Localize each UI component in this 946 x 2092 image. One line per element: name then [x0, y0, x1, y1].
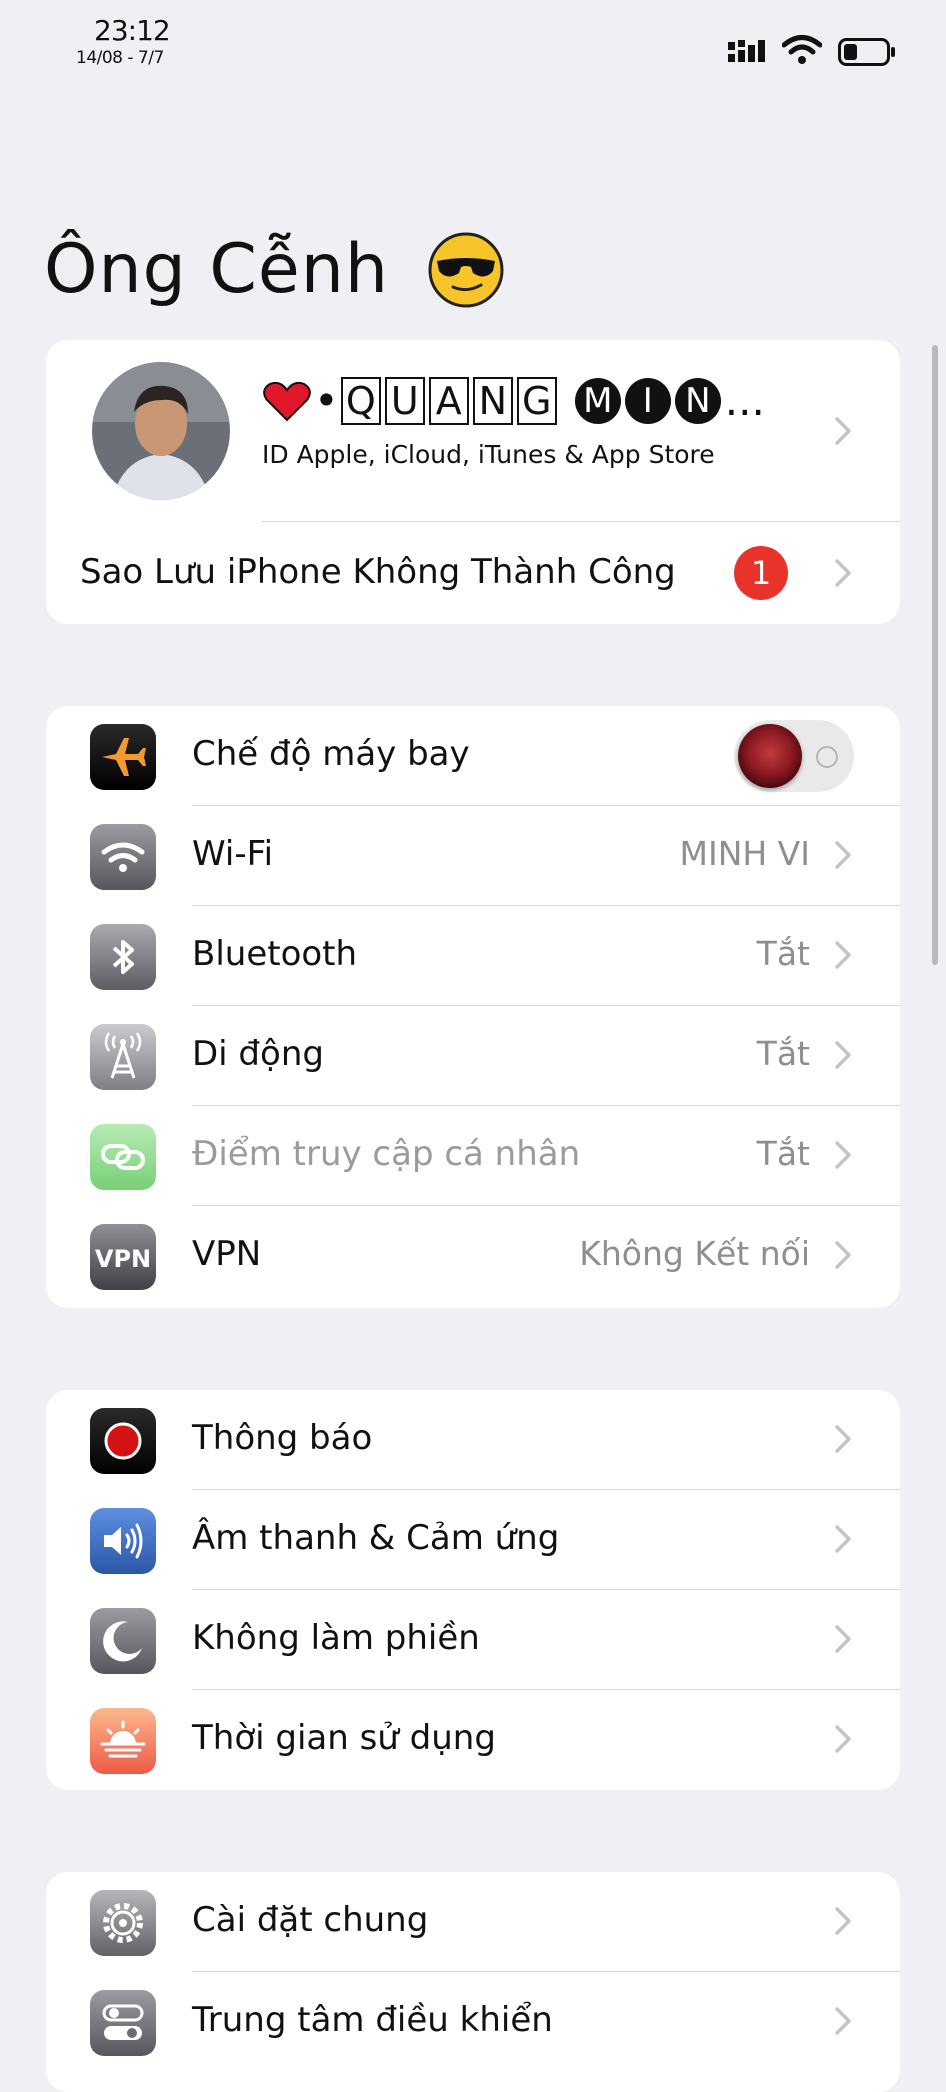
- page-title-text: Ông Cễnh: [44, 230, 389, 309]
- chevron-right-icon: [835, 417, 851, 445]
- chevron-right-icon: [835, 1141, 851, 1169]
- airplane-mode-label: Chế độ máy bay: [192, 734, 470, 774]
- chevron-right-icon: [835, 1725, 851, 1753]
- page-title: Ông Cễnh: [44, 230, 505, 309]
- personal-hotspot-row[interactable]: Điểm truy cập cá nhân Tắt: [46, 1106, 900, 1206]
- notifications-icon: [90, 1408, 156, 1474]
- bluetooth-label: Bluetooth: [192, 934, 358, 974]
- personal-hotspot-label: Điểm truy cập cá nhân: [192, 1134, 581, 1174]
- profile-name-prefix: •: [314, 376, 339, 425]
- name-letter: Q: [340, 376, 381, 425]
- chevron-right-icon: [835, 1425, 851, 1453]
- gear-icon: [90, 1890, 156, 1956]
- name-letter: M: [574, 377, 621, 424]
- control-center-label: Trung tâm điều khiển: [192, 2000, 553, 2040]
- name-letter: N: [674, 377, 721, 424]
- wifi-value: MINH VI: [679, 834, 810, 873]
- name-letter: G: [516, 376, 557, 425]
- cellular-label: Di động: [192, 1034, 324, 1074]
- heart-icon: [263, 381, 311, 421]
- status-date: 14/08 - 7/7: [76, 48, 164, 68]
- notification-badge: 1: [734, 546, 788, 600]
- network-settings-group: Chế độ máy bay Wi-Fi MINH VI Bluetooth T…: [46, 706, 900, 1308]
- chevron-right-icon: [835, 1241, 851, 1269]
- battery-icon: [838, 38, 895, 66]
- personal-hotspot-value: Tắt: [756, 1134, 810, 1173]
- profile-card: • Q U A N G M I N ... ID Apple, iCloud, …: [46, 340, 900, 624]
- bluetooth-icon: [90, 924, 156, 990]
- general-label: Cài đặt chung: [192, 1900, 429, 1940]
- do-not-disturb-row[interactable]: Không làm phiền: [46, 1590, 900, 1690]
- name-letter: N: [472, 376, 513, 425]
- wifi-label: Wi-Fi: [192, 834, 274, 874]
- chevron-right-icon: [835, 941, 851, 969]
- name-letter: U: [384, 376, 425, 425]
- name-letter: I: [624, 377, 671, 424]
- bluetooth-value: Tắt: [756, 934, 810, 973]
- control-center-icon: [90, 1990, 156, 2056]
- toggle-knob: [738, 724, 802, 788]
- hotspot-icon: [90, 1124, 156, 1190]
- sound-icon: [90, 1508, 156, 1574]
- chevron-right-icon: [835, 1625, 851, 1653]
- wifi-status-icon: [782, 35, 822, 64]
- chevron-right-icon: [835, 559, 851, 587]
- apple-id-row[interactable]: • Q U A N G M I N ... ID Apple, iCloud, …: [46, 340, 900, 522]
- airplane-icon: [90, 724, 156, 790]
- screen-time-icon: [90, 1708, 156, 1774]
- svg-text:VPN: VPN: [95, 1245, 151, 1273]
- notifications-label: Thông báo: [192, 1418, 373, 1458]
- backup-failed-row[interactable]: Sao Lưu iPhone Không Thành Công 1: [46, 522, 900, 624]
- toggle-off-indicator: [816, 746, 838, 768]
- profile-name: • Q U A N G M I N ...: [262, 376, 765, 425]
- wifi-icon: [90, 824, 156, 890]
- do-not-disturb-label: Không làm phiền: [192, 1618, 480, 1658]
- general-settings-group: Cài đặt chung Trung tâm điều khiển: [46, 1872, 900, 2092]
- sunglasses-emoji-icon: [428, 232, 504, 307]
- wifi-row[interactable]: Wi-Fi MINH VI: [46, 806, 900, 906]
- vpn-label: VPN: [192, 1234, 262, 1274]
- status-bar: 23:12 14/08 - 7/7: [0, 0, 946, 80]
- sound-haptics-label: Âm thanh & Cảm ứng: [192, 1518, 560, 1558]
- notifications-row[interactable]: Thông báo: [46, 1390, 900, 1490]
- sound-haptics-row[interactable]: Âm thanh & Cảm ứng: [46, 1490, 900, 1590]
- vpn-row[interactable]: VPN VPN Không Kết nối: [46, 1206, 900, 1306]
- name-letter: A: [428, 376, 469, 425]
- chevron-right-icon: [835, 2007, 851, 2035]
- profile-name-suffix: ...: [724, 376, 765, 425]
- chevron-right-icon: [835, 1907, 851, 1935]
- avatar: [92, 362, 230, 500]
- vpn-icon: VPN: [90, 1224, 156, 1290]
- chevron-right-icon: [835, 841, 851, 869]
- notifications-settings-group: Thông báo Âm thanh & Cảm ứng Không làm p…: [46, 1390, 900, 1790]
- screen-time-row[interactable]: Thời gian sử dụng: [46, 1690, 900, 1790]
- cellular-value: Tắt: [756, 1034, 810, 1073]
- cellular-antenna-icon: [90, 1024, 156, 1090]
- general-row[interactable]: Cài đặt chung: [46, 1872, 900, 1972]
- profile-subtitle: ID Apple, iCloud, iTunes & App Store: [262, 440, 715, 469]
- chevron-right-icon: [835, 1525, 851, 1553]
- cellular-signal-icon: [728, 40, 765, 62]
- chevron-right-icon: [835, 1041, 851, 1069]
- backup-failed-label: Sao Lưu iPhone Không Thành Công: [80, 552, 676, 592]
- airplane-mode-row: Chế độ máy bay: [46, 706, 900, 806]
- moon-icon: [90, 1608, 156, 1674]
- cellular-row[interactable]: Di động Tắt: [46, 1006, 900, 1106]
- control-center-row[interactable]: Trung tâm điều khiển: [46, 1972, 900, 2072]
- screen-time-label: Thời gian sử dụng: [192, 1718, 496, 1758]
- status-time: 23:12: [94, 14, 171, 47]
- vpn-value: Không Kết nối: [579, 1234, 810, 1273]
- airplane-mode-toggle[interactable]: [734, 720, 854, 792]
- bluetooth-row[interactable]: Bluetooth Tắt: [46, 906, 900, 1006]
- scrollbar[interactable]: [932, 345, 938, 965]
